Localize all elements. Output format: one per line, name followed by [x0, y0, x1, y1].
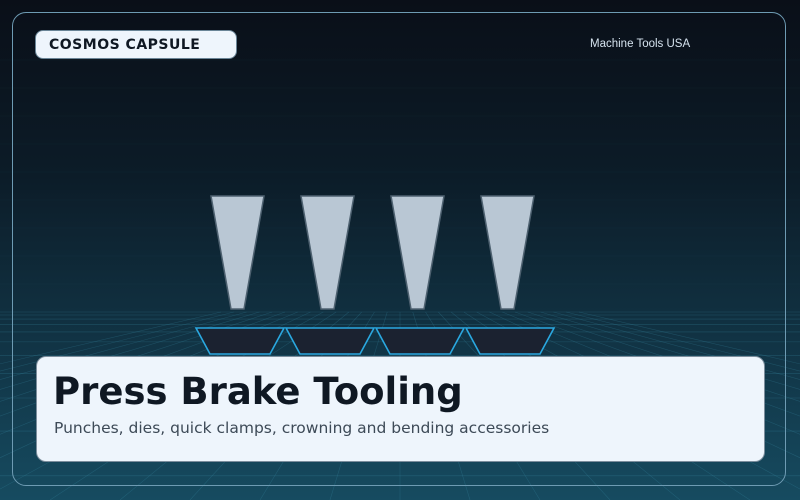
die-block — [374, 327, 466, 355]
punch-tool — [390, 195, 445, 310]
page-subtitle: Punches, dies, quick clamps, crowning an… — [54, 419, 550, 437]
punch-tool — [300, 195, 355, 310]
die-block — [284, 327, 376, 355]
page-title: Press Brake Tooling — [53, 370, 463, 413]
hero-banner: COSMOS CAPSULE Machine Tools USA Press B… — [0, 0, 800, 500]
die-block — [464, 327, 556, 355]
punch-tool — [480, 195, 535, 310]
caption-card: Press Brake Tooling Punches, dies, quick… — [36, 356, 765, 462]
punch-tool — [210, 195, 265, 310]
die-block — [194, 327, 286, 355]
